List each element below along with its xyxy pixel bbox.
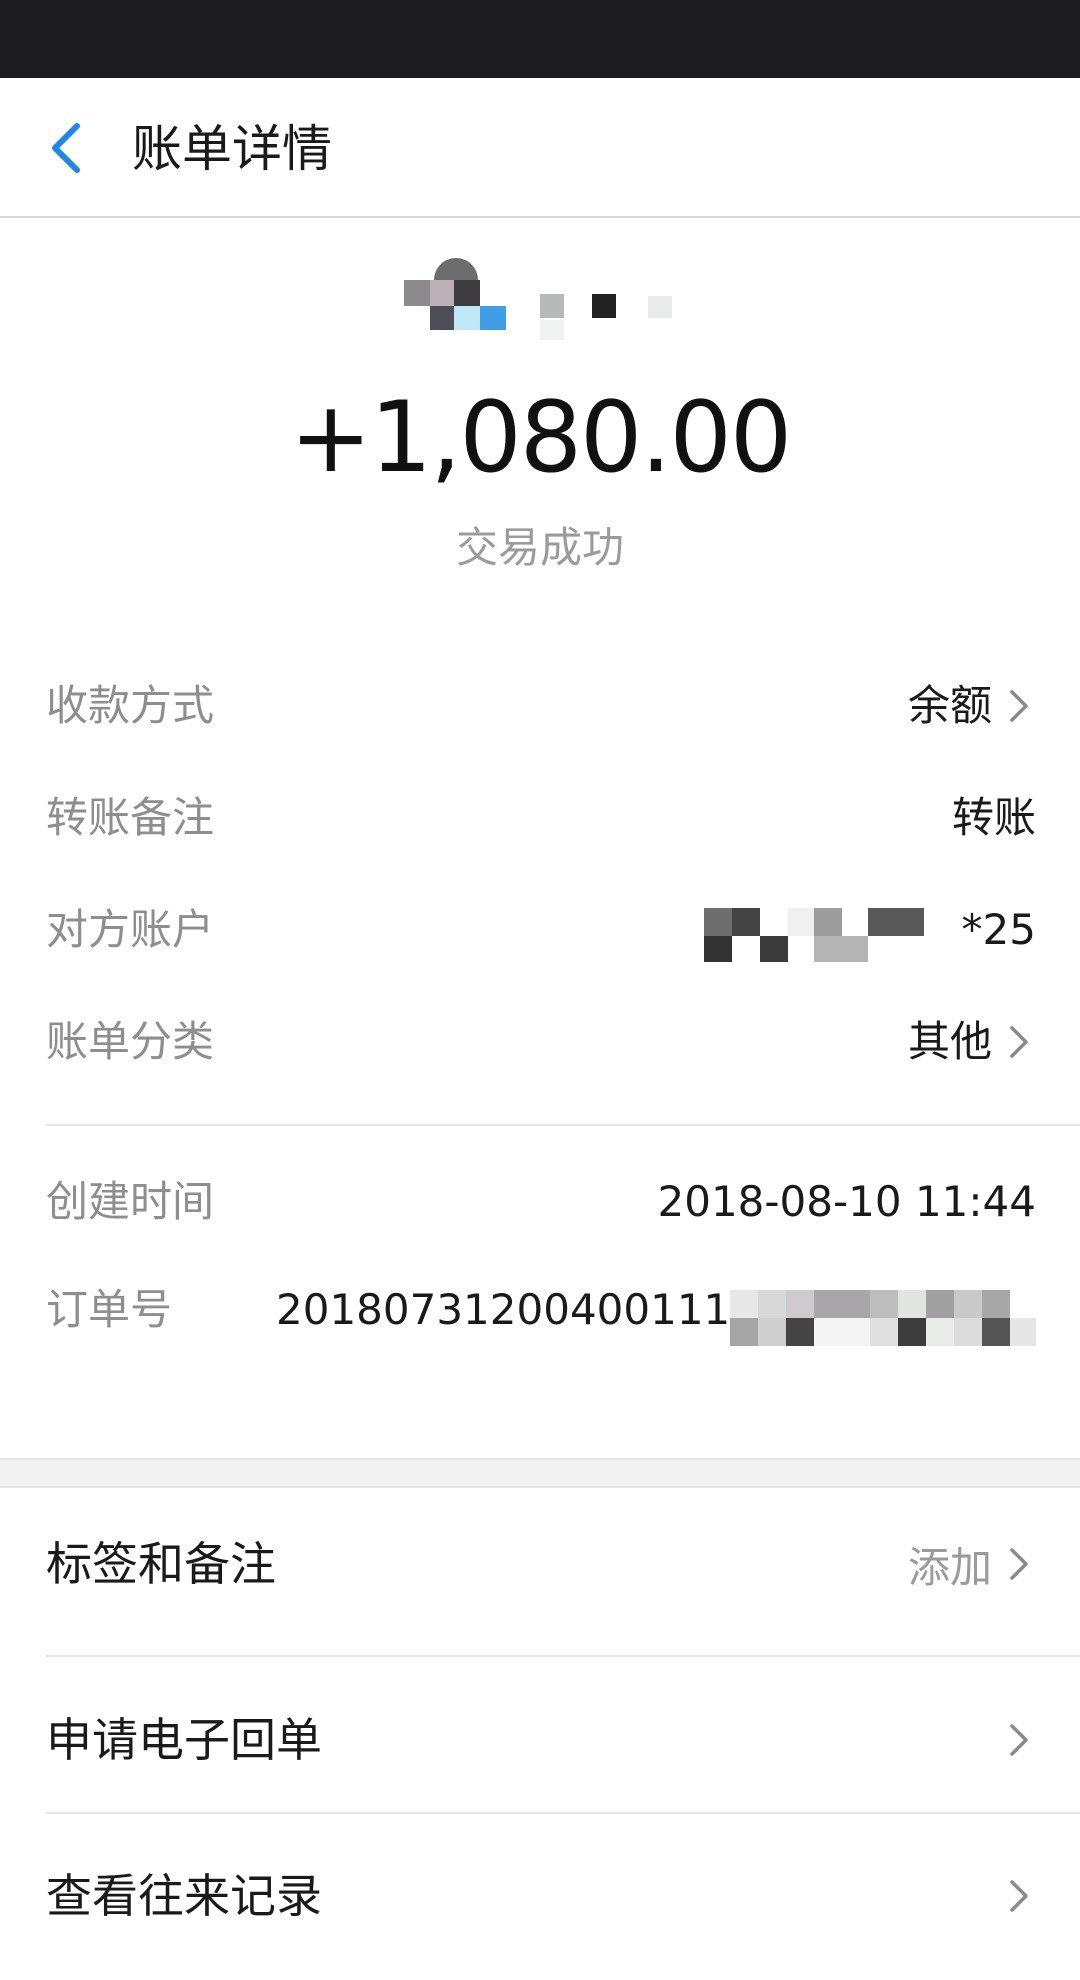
detail-label: 账单分类	[46, 1017, 215, 1066]
detail-label: 创建时间	[46, 1177, 215, 1226]
nav-bar: 账单详情	[0, 78, 1080, 218]
chevron-right-icon	[1010, 1880, 1028, 1912]
detail-value: *25	[961, 905, 1036, 954]
detail-row-created-time: 创建时间 2018-08-10 11:44	[46, 1162, 1036, 1242]
detail-value: 余额	[907, 681, 992, 730]
chevron-right-icon	[1010, 690, 1028, 722]
tags-and-notes-button[interactable]: 标签和备注 添加	[0, 1480, 1080, 1648]
detail-label: 对方账户	[46, 905, 215, 954]
request-e-receipt-button[interactable]: 申请电子回单	[0, 1656, 1080, 1824]
chevron-right-icon	[1010, 1724, 1028, 1756]
detail-row-bill-category[interactable]: 账单分类 其他	[46, 1002, 1036, 1082]
detail-row-payment-method[interactable]: 收款方式 余额	[46, 666, 1036, 746]
transaction-amount: +1,080.00	[289, 381, 793, 495]
detail-value: 转账	[951, 793, 1036, 842]
action-label: 申请电子回单	[46, 1713, 322, 1767]
detail-label: 订单号	[46, 1285, 173, 1334]
view-history-button[interactable]: 查看往来记录	[0, 1812, 1080, 1980]
detail-row-transfer-note: 转账备注 转账	[46, 778, 1036, 858]
detail-row-counterparty-account: 对方账户 *25	[46, 890, 1036, 970]
order-mosaic	[730, 1290, 1036, 1346]
created-time-value: 2018-08-10 11:44	[657, 1177, 1036, 1226]
account-mosaic	[704, 900, 924, 964]
chevron-right-icon	[1010, 1026, 1028, 1058]
status-bar	[0, 0, 1080, 78]
detail-value: 其他	[907, 1017, 992, 1066]
back-button[interactable]	[30, 106, 100, 190]
transaction-header: +1,080.00 交易成功	[0, 218, 1080, 618]
order-number-value[interactable]: 2018073120040011​1	[276, 1270, 730, 1350]
add-label: 添加	[907, 1542, 992, 1592]
page-title: 账单详情	[132, 120, 332, 178]
chevron-left-icon	[52, 123, 80, 173]
avatar	[404, 258, 514, 348]
detail-label: 收款方式	[46, 681, 215, 730]
detail-label: 转账备注	[46, 793, 215, 842]
action-label: 查看往来记录	[46, 1869, 322, 1923]
transaction-status: 交易成功	[455, 523, 624, 572]
divider	[46, 1124, 1080, 1126]
name-mosaic	[530, 290, 680, 350]
chevron-right-icon	[1010, 1548, 1028, 1580]
action-label: 标签和备注	[46, 1537, 276, 1591]
detail-row-order-number: 订单号 2018073120040011​1	[46, 1270, 1036, 1400]
